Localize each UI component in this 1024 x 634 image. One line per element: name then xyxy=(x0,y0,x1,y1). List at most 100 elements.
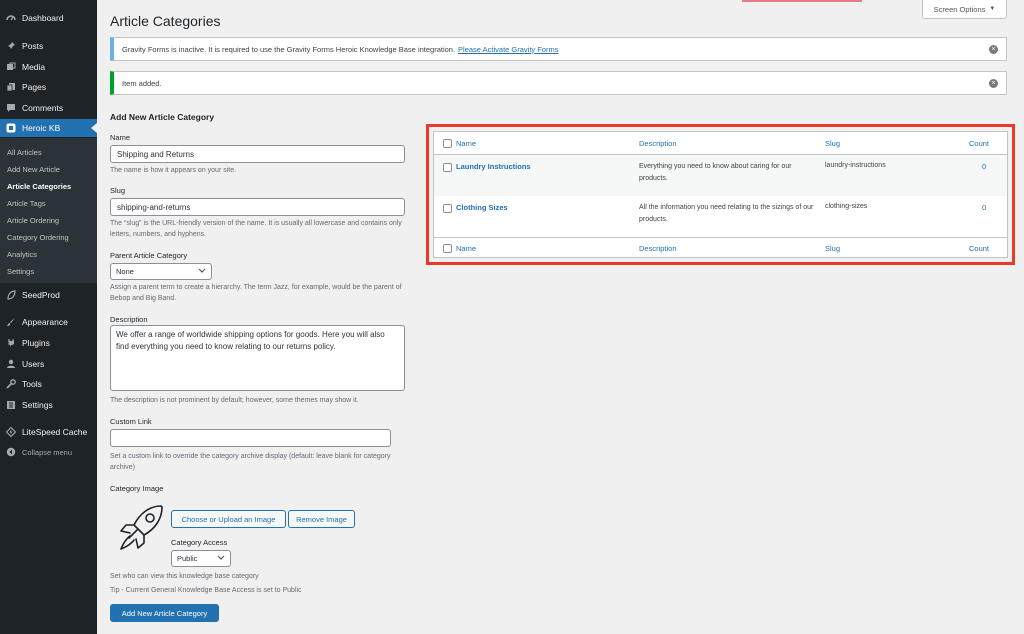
description-help: The description is not prominent by defa… xyxy=(110,397,359,404)
column-description[interactable]: Description xyxy=(639,139,677,148)
submenu-article-categories[interactable]: Article Categories xyxy=(7,182,71,191)
table-footer: Name Description Slug Count xyxy=(434,237,1007,258)
comments-icon xyxy=(6,103,16,113)
screen-options-label: Screen Options xyxy=(933,4,986,14)
row-count[interactable]: 0 xyxy=(982,162,986,171)
submenu-settings[interactable]: Settings xyxy=(7,267,34,276)
custom-link-label: Custom Link xyxy=(110,417,152,426)
categories-table: Name Description Slug Count Laundry Inst… xyxy=(433,131,1008,258)
dismiss-icon[interactable]: × xyxy=(989,79,998,88)
submenu-article-ordering[interactable]: Article Ordering xyxy=(7,216,59,225)
submenu-analytics[interactable]: Analytics xyxy=(7,250,37,259)
notice-text: Gravity Forms is inactive. It is require… xyxy=(122,44,456,54)
submenu-all-articles[interactable]: All Articles xyxy=(7,148,42,157)
choose-image-button[interactable]: Choose or Upload an Image xyxy=(171,510,286,528)
column-slug[interactable]: Slug xyxy=(825,244,840,253)
menu-label: Heroic KB xyxy=(22,123,61,133)
row-description: All the information you need relating to… xyxy=(639,204,814,223)
column-slug[interactable]: Slug xyxy=(825,139,840,148)
row-slug: laundry-instructions xyxy=(825,162,886,169)
menu-label: Pages xyxy=(22,82,47,92)
menu-label: Posts xyxy=(22,41,44,51)
menu-heroic-kb[interactable]: Heroic KB xyxy=(0,119,97,137)
table-row: Laundry Instructions Everything you need… xyxy=(434,155,1007,196)
remove-image-button[interactable]: Remove Image xyxy=(288,510,355,528)
access-tip: Tip - Current General Knowledge Base Acc… xyxy=(110,587,302,594)
menu-comments[interactable]: Comments xyxy=(0,99,97,117)
menu-appearance[interactable]: Appearance xyxy=(0,313,97,331)
name-label: Name xyxy=(110,133,131,142)
row-count[interactable]: 0 xyxy=(982,203,986,212)
heroic-kb-submenu: All Articles Add New Article Article Cat… xyxy=(0,138,97,283)
menu-media[interactable]: Media xyxy=(0,58,97,76)
admin-sidebar: Dashboard Posts Media Pages Comments Her… xyxy=(0,0,97,634)
menu-litespeed-cache[interactable]: LiteSpeed Cache xyxy=(0,423,97,441)
menu-dashboard[interactable]: Dashboard xyxy=(0,9,97,27)
column-description[interactable]: Description xyxy=(639,244,677,253)
menu-label: Dashboard xyxy=(22,13,64,23)
submenu-category-ordering[interactable]: Category Ordering xyxy=(7,233,69,242)
menu-settings[interactable]: Settings xyxy=(0,396,97,414)
menu-label: Tools xyxy=(22,379,42,389)
select-value: None xyxy=(116,267,134,276)
row-name-link[interactable]: Laundry Instructions xyxy=(456,162,531,171)
wrench-icon xyxy=(6,379,16,389)
menu-plugins[interactable]: Plugins xyxy=(0,334,97,352)
add-new-category-button[interactable]: Add New Article Category xyxy=(110,604,219,622)
activate-gravity-forms-link[interactable]: Please Activate Gravity Forms xyxy=(458,45,558,54)
form-heading: Add New Article Category xyxy=(110,112,215,122)
chevron-down-icon xyxy=(217,554,225,563)
item-added-notice: Item added. × xyxy=(110,71,1007,95)
menu-posts[interactable]: Posts xyxy=(0,37,97,55)
dashboard-icon xyxy=(6,13,16,23)
notice-text: Item added. xyxy=(122,78,162,88)
menu-label: Settings xyxy=(22,400,53,410)
custom-link-input[interactable] xyxy=(110,429,391,447)
description-textarea[interactable]: We offer a range of worldwide shipping o… xyxy=(110,325,405,391)
menu-label: SeedProd xyxy=(22,290,60,300)
menu-users[interactable]: Users xyxy=(0,355,97,373)
user-icon xyxy=(6,359,16,369)
screen-options-button[interactable]: Screen Options ▼ xyxy=(922,0,1007,19)
category-image-label: Category Image xyxy=(110,484,164,493)
column-name[interactable]: Name xyxy=(456,139,476,148)
row-checkbox[interactable] xyxy=(443,163,452,172)
column-name[interactable]: Name xyxy=(456,244,476,253)
main-content: Article Categories Screen Options ▼ Grav… xyxy=(97,0,1024,634)
menu-label: Collapse menu xyxy=(22,447,73,457)
row-slug: clothing-sizes xyxy=(825,203,868,210)
table-header: Name Description Slug Count xyxy=(434,132,1007,155)
row-checkbox[interactable] xyxy=(443,204,452,213)
seedprod-icon xyxy=(6,290,16,300)
heroic-kb-icon xyxy=(6,123,16,133)
slug-input[interactable]: shipping-and-returns xyxy=(110,198,405,216)
select-all-checkbox[interactable] xyxy=(443,139,452,148)
description-label: Description xyxy=(110,315,148,324)
dismiss-icon[interactable]: × xyxy=(989,45,998,54)
pin-icon xyxy=(6,41,16,51)
parent-category-select[interactable]: None xyxy=(110,263,212,280)
plug-icon xyxy=(6,338,16,348)
collapse-icon xyxy=(6,447,16,457)
slug-label: Slug xyxy=(110,186,126,195)
menu-tools[interactable]: Tools xyxy=(0,375,97,393)
submenu-article-tags[interactable]: Article Tags xyxy=(7,199,46,208)
row-name-link[interactable]: Clothing Sizes xyxy=(456,203,508,212)
parent-category-help: Assign a parent term to create a hierarc… xyxy=(110,284,402,302)
name-input[interactable]: Shipping and Returns xyxy=(110,145,405,163)
menu-label: Plugins xyxy=(22,338,50,348)
column-count[interactable]: Count xyxy=(969,139,989,148)
select-all-checkbox[interactable] xyxy=(443,244,452,253)
menu-label: Users xyxy=(22,359,45,369)
table-row: Clothing Sizes All the information you n… xyxy=(434,196,1007,237)
menu-seedprod[interactable]: SeedProd xyxy=(0,286,97,304)
menu-collapse[interactable]: Collapse menu xyxy=(0,443,97,461)
menu-label: Comments xyxy=(22,103,64,113)
column-count[interactable]: Count xyxy=(969,244,989,253)
category-access-label: Category Access xyxy=(171,538,228,547)
chevron-down-icon xyxy=(198,267,206,276)
menu-pages[interactable]: Pages xyxy=(0,78,97,96)
media-icon xyxy=(6,62,16,72)
category-access-select[interactable]: Public xyxy=(171,550,231,567)
submenu-add-new-article[interactable]: Add New Article xyxy=(7,165,60,174)
